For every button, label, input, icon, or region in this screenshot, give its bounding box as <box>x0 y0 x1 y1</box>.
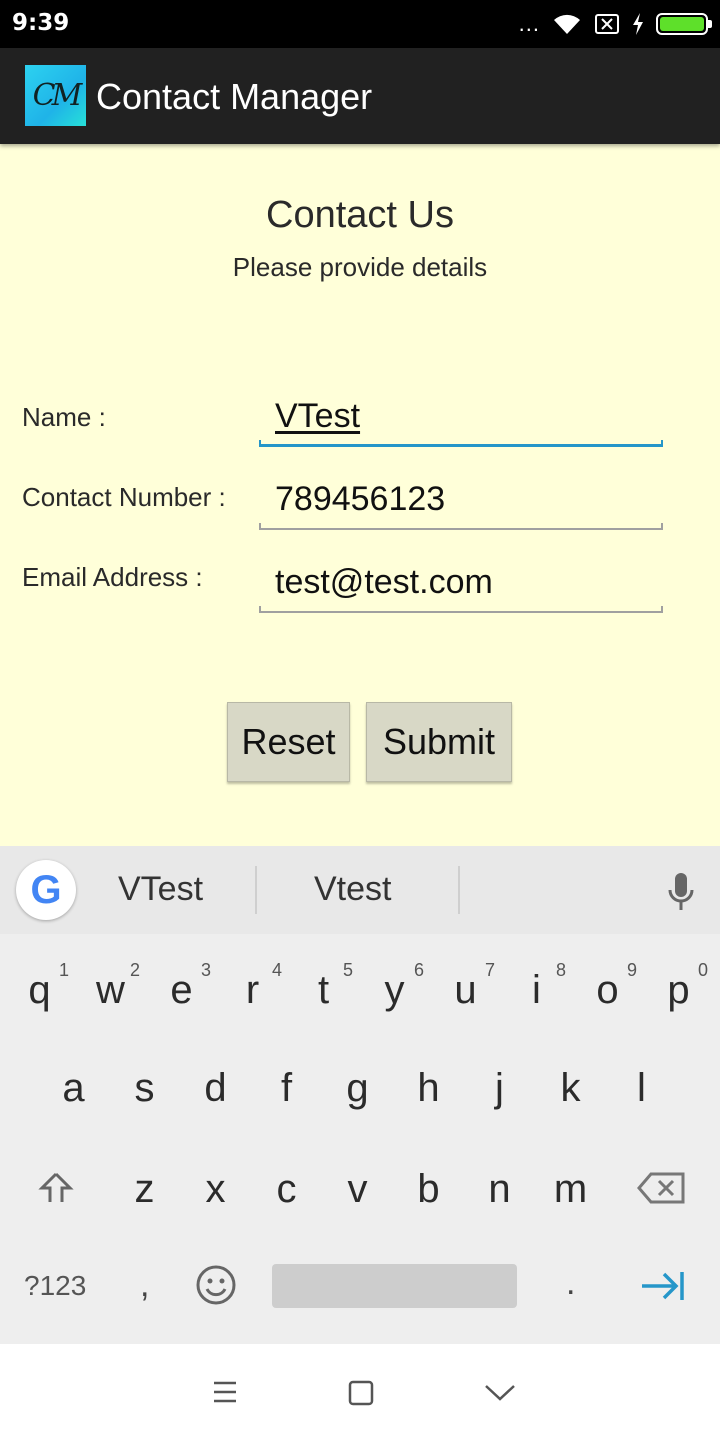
keyboard: q1 w2 e3 r4 t5 y6 u7 i8 o9 p0 a s d f g … <box>0 934 720 1344</box>
suggestion-divider <box>255 866 257 914</box>
more-dots-icon: ... <box>518 11 540 36</box>
key-b[interactable]: b <box>393 1167 464 1212</box>
email-value: test@test.com <box>275 563 493 601</box>
name-value: VTest <box>275 397 361 435</box>
suggestion-2[interactable]: Vtest <box>314 870 391 909</box>
key-i[interactable]: i8 <box>501 960 572 1013</box>
key-t[interactable]: t5 <box>288 960 359 1013</box>
app-logo-text: CM <box>32 78 83 113</box>
status-time: 9:39 <box>12 10 70 36</box>
status-bar: 9:39 ... <box>0 0 720 48</box>
google-icon[interactable]: G <box>16 860 76 920</box>
app-logo: CM <box>25 65 86 126</box>
key-v[interactable]: v <box>322 1167 393 1212</box>
key-y[interactable]: y6 <box>359 960 430 1013</box>
key-p[interactable]: p0 <box>643 960 714 1013</box>
contact-number-field[interactable]: 789456123 <box>258 474 664 530</box>
key-c[interactable]: c <box>251 1167 322 1212</box>
key-s[interactable]: s <box>109 1066 180 1111</box>
email-field[interactable]: test@test.com <box>258 557 664 613</box>
space-bar[interactable] <box>272 1264 517 1308</box>
key-z[interactable]: z <box>109 1167 180 1212</box>
emoji-icon[interactable] <box>195 1264 237 1306</box>
page-subtitle: Please provide details <box>232 252 488 282</box>
key-e[interactable]: e3 <box>146 960 217 1013</box>
key-q[interactable]: q1 <box>4 960 75 1013</box>
comma-key[interactable]: , <box>140 1266 149 1305</box>
key-w[interactable]: w2 <box>75 960 146 1013</box>
period-key[interactable]: . <box>566 1264 575 1303</box>
name-underline <box>259 440 663 447</box>
contact-number-underline <box>259 523 663 530</box>
key-d[interactable]: d <box>180 1066 251 1111</box>
key-x[interactable]: x <box>180 1167 251 1212</box>
app-title: Contact Manager <box>96 76 373 117</box>
nav-bar <box>0 1344 720 1440</box>
charging-icon <box>633 13 643 35</box>
next-arrow-icon[interactable] <box>640 1270 686 1302</box>
key-o[interactable]: o9 <box>572 960 643 1013</box>
name-field[interactable]: VTest <box>258 391 664 447</box>
home-icon[interactable] <box>348 1380 374 1406</box>
key-r[interactable]: r4 <box>217 960 288 1013</box>
reset-button[interactable]: Reset <box>227 702 350 782</box>
key-g[interactable]: g <box>322 1066 393 1111</box>
key-l[interactable]: l <box>606 1066 677 1111</box>
key-k[interactable]: k <box>535 1066 606 1111</box>
shift-icon[interactable] <box>38 1170 74 1206</box>
backspace-icon[interactable] <box>637 1170 687 1206</box>
email-underline <box>259 606 663 613</box>
battery-icon <box>656 13 712 35</box>
name-label: Name : <box>22 402 106 432</box>
key-m[interactable]: m <box>535 1167 606 1212</box>
suggestion-divider <box>458 866 460 914</box>
page-title: Contact Us <box>266 194 454 236</box>
status-icons: ... <box>518 10 712 38</box>
key-n[interactable]: n <box>464 1167 535 1212</box>
wifi-icon <box>554 14 580 34</box>
contact-number-value: 789456123 <box>275 480 446 518</box>
contact-number-label: Contact Number : <box>22 482 226 512</box>
symbols-key[interactable]: ?123 <box>24 1270 86 1302</box>
menu-icon[interactable] <box>212 1380 238 1404</box>
key-f[interactable]: f <box>251 1066 322 1111</box>
no-sim-icon <box>595 14 619 34</box>
app-bar: CM Contact Manager <box>0 48 720 144</box>
key-u[interactable]: u7 <box>430 960 501 1013</box>
suggestion-1[interactable]: VTest <box>118 870 203 909</box>
back-icon[interactable] <box>484 1384 516 1402</box>
submit-button[interactable]: Submit <box>366 702 512 782</box>
key-j[interactable]: j <box>464 1066 535 1111</box>
email-label: Email Address : <box>22 562 203 592</box>
key-a[interactable]: a <box>38 1066 109 1111</box>
mic-icon[interactable] <box>668 872 694 912</box>
suggestion-bar: G VTest Vtest <box>0 846 720 934</box>
key-h[interactable]: h <box>393 1066 464 1111</box>
